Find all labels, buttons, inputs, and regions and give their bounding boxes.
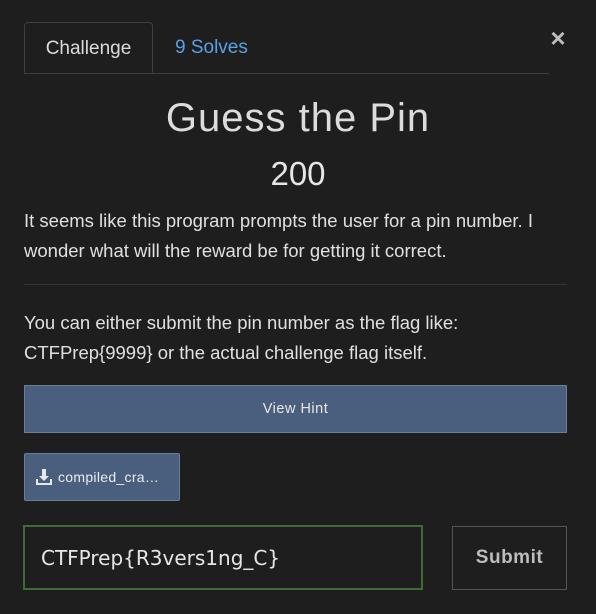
divider <box>24 284 567 285</box>
tab-bar: Challenge 9 Solves <box>24 22 549 74</box>
challenge-note: You can either submit the pin number as … <box>24 312 459 363</box>
view-hint-button[interactable]: View Hint <box>24 385 567 433</box>
challenge-title: Guess the Pin <box>165 96 431 140</box>
tab-challenge[interactable]: Challenge <box>24 22 153 73</box>
file-download-button[interactable]: compiled_cra… <box>24 453 180 501</box>
submit-button[interactable]: Submit <box>452 526 567 590</box>
challenge-points: 200 <box>270 155 326 192</box>
flag-input[interactable] <box>23 525 423 590</box>
close-icon[interactable]: × <box>547 25 569 51</box>
challenge-description: It seems like this program prompts the u… <box>24 210 533 261</box>
download-icon <box>36 469 52 485</box>
challenge-modal: Challenge 9 Solves × Guess the Pin 200 I… <box>0 0 596 614</box>
file-name-label: compiled_cra… <box>58 469 160 485</box>
tab-solves[interactable]: 9 Solves <box>175 22 248 73</box>
